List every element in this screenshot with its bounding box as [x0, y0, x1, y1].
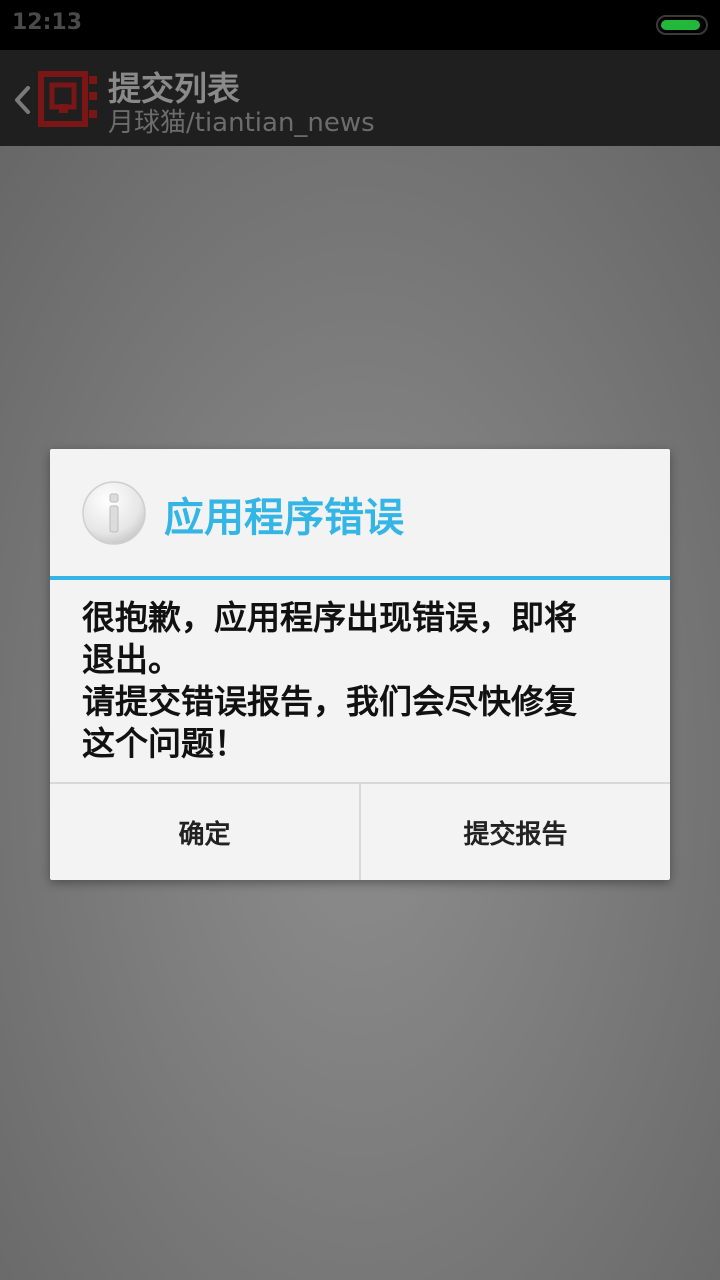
page-subtitle: 月球猫/tiantian_news: [108, 108, 375, 138]
message-line: 退出。: [82, 640, 181, 679]
status-bar: 12:13: [0, 0, 720, 50]
message-line: 请提交错误报告，我们会尽快修复: [82, 682, 577, 721]
action-bar: 提交列表 月球猫/tiantian_news: [0, 50, 720, 146]
dialog-message: 很抱歉，应用程序出现错误，即将 退出。 请提交错误报告，我们会尽快修复 这个问题…: [82, 597, 642, 765]
app-logo-icon: [38, 71, 97, 127]
title-divider: [50, 576, 670, 580]
battery-icon: [656, 15, 708, 35]
message-line: 很抱歉，应用程序出现错误，即将: [82, 598, 577, 637]
message-line: 这个问题！: [82, 724, 247, 763]
submit-report-button[interactable]: 提交报告: [361, 784, 670, 880]
dialog-title: 应用程序错误: [164, 495, 404, 541]
ok-button[interactable]: 确定: [50, 784, 359, 880]
battery-level-fill: [661, 20, 700, 30]
status-time: 12:13: [12, 10, 83, 35]
error-dialog: 应用程序错误 很抱歉，应用程序出现错误，即将 退出。 请提交错误报告，我们会尽快…: [50, 449, 670, 880]
info-icon: [82, 481, 146, 545]
chevron-left-icon[interactable]: [10, 82, 34, 118]
